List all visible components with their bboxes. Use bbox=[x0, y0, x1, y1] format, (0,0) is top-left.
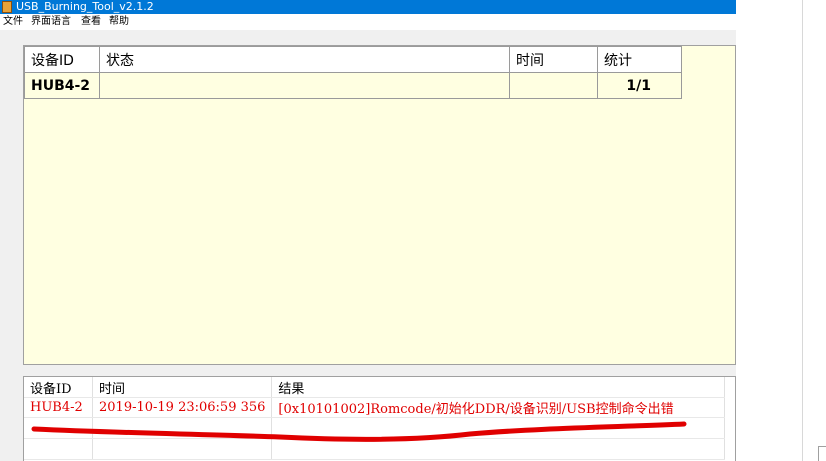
cell-time bbox=[509, 72, 598, 99]
log-table: 设备ID 时间 结果 HUB4-2 2019-10-19 23:06:59 35… bbox=[24, 377, 726, 460]
device-status-table: 设备ID 状态 时间 统计 HUB4-2 1/1 bbox=[24, 46, 682, 99]
cell-device-id: HUB4-2 bbox=[24, 72, 100, 99]
log-cell-empty bbox=[92, 438, 273, 460]
main-client-area: 设备ID 状态 时间 统计 HUB4-2 1/1 设备ID 时间 结果 HUB4… bbox=[0, 30, 736, 461]
device-status-panel: 设备ID 状态 时间 统计 HUB4-2 1/1 bbox=[23, 45, 736, 365]
window-title: USB_Burning_Tool_v2.1.2 bbox=[16, 0, 154, 13]
app-icon bbox=[2, 1, 12, 13]
menu-view[interactable]: 查看 bbox=[80, 14, 102, 30]
menu-language[interactable]: 界面语言 bbox=[30, 14, 72, 30]
log-header-row: 设备ID 时间 结果 bbox=[24, 377, 726, 398]
window-right-edge bbox=[802, 0, 803, 461]
log-panel: 设备ID 时间 结果 HUB4-2 2019-10-19 23:06:59 35… bbox=[23, 376, 736, 461]
log-cell-empty bbox=[271, 417, 726, 439]
cell-stats: 1/1 bbox=[597, 72, 682, 99]
log-cell-empty bbox=[92, 417, 273, 439]
log-row-empty bbox=[24, 417, 726, 439]
log-cell-empty bbox=[271, 438, 726, 460]
log-cell-time: 2019-10-19 23:06:59 356 bbox=[92, 397, 273, 418]
header-stats[interactable]: 统计 bbox=[597, 46, 682, 73]
table-header-row: 设备ID 状态 时间 统计 bbox=[24, 46, 682, 73]
menu-bar: 文件 界面语言 查看 帮助 bbox=[0, 14, 736, 30]
table-row[interactable]: HUB4-2 1/1 bbox=[24, 72, 682, 99]
log-cell-result: [0x10101002]Romcode/初始化DDR/设备识别/USB控制命令出… bbox=[271, 397, 726, 418]
menu-help[interactable]: 帮助 bbox=[108, 14, 130, 30]
log-row-empty bbox=[24, 438, 726, 460]
log-cell-empty bbox=[24, 438, 93, 460]
header-device-id[interactable]: 设备ID bbox=[24, 46, 100, 73]
title-bar: USB_Burning_Tool_v2.1.2 bbox=[0, 0, 736, 14]
log-row[interactable]: HUB4-2 2019-10-19 23:06:59 356 [0x101010… bbox=[24, 397, 726, 418]
log-header-result[interactable]: 结果 bbox=[271, 377, 726, 398]
log-header-device-id[interactable]: 设备ID bbox=[24, 377, 93, 398]
corner-fragment bbox=[818, 446, 826, 461]
header-time[interactable]: 时间 bbox=[509, 46, 598, 73]
cell-status bbox=[99, 72, 510, 99]
log-cell-empty bbox=[24, 417, 93, 439]
menu-file[interactable]: 文件 bbox=[2, 14, 24, 30]
header-status[interactable]: 状态 bbox=[99, 46, 510, 73]
log-cell-device-id: HUB4-2 bbox=[24, 397, 93, 418]
log-header-time[interactable]: 时间 bbox=[92, 377, 273, 398]
